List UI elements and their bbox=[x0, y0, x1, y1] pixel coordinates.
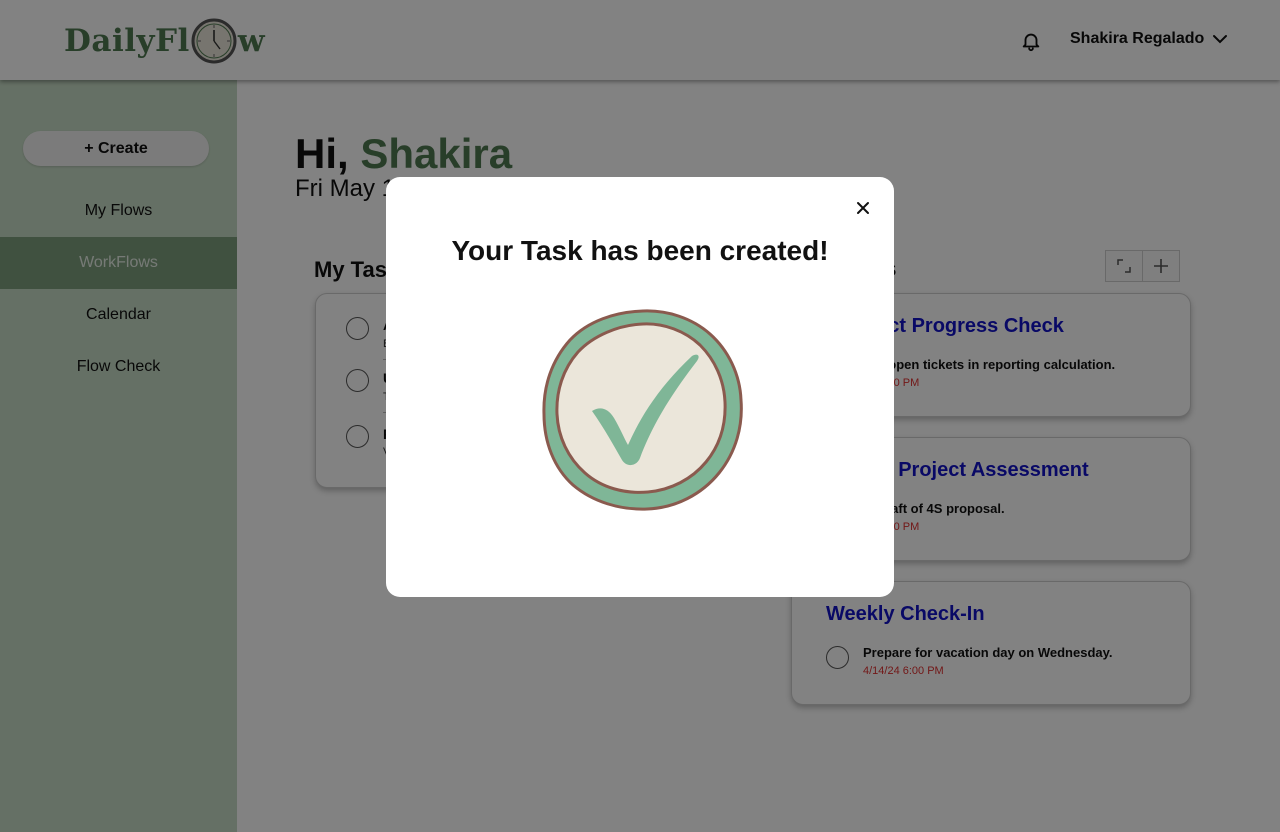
modal-title: Your Task has been created! bbox=[451, 235, 829, 266]
close-icon[interactable] bbox=[854, 199, 872, 217]
task-created-modal: Your Task has been created! bbox=[386, 177, 894, 597]
checkmark-badge-icon bbox=[542, 309, 743, 511]
